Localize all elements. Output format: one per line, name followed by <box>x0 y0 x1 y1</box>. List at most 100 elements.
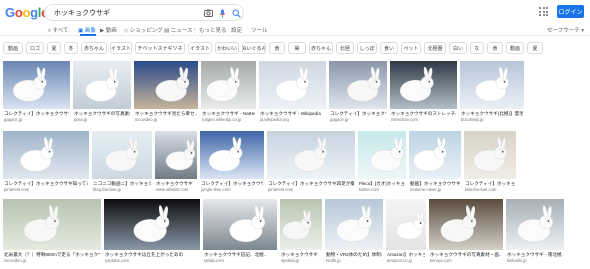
image-result[interactable]: ホッキョクウサギの写真素材・画pixta.jp <box>73 61 131 123</box>
microphone-icon[interactable] <box>217 8 227 18</box>
search-chip[interactable]: イラスト <box>188 42 212 54</box>
search-chip[interactable]: 北極圏 <box>424 42 446 54</box>
image-result[interactable]: コレクティイ】ホッキョクウサギ..gagace.jp <box>329 61 387 123</box>
arctic-hare-thumbnail[interactable] <box>201 61 256 109</box>
arctic-hare-thumbnail[interactable] <box>280 199 322 250</box>
image-result[interactable]: ホッキョクウサギ www.tabelist.com <box>155 131 197 193</box>
search-chip[interactable]: 赤ちゃん <box>309 42 333 54</box>
login-button[interactable]: ログイン <box>557 5 584 18</box>
image-result[interactable]: コレクティイ】ホッキョクウサギ知ってるgagace.jp <box>3 61 70 123</box>
image-result[interactable]: ホッキョクウサギ(北極)】夏毛に大人の..bucchiwiji.jp <box>460 61 524 123</box>
image-caption[interactable]: 北米最大（？）特徴800mで走る「ホッキョクウサギ」 <box>4 252 100 257</box>
search-chip[interactable]: 動画 <box>506 42 524 54</box>
search-chip[interactable]: 食 <box>487 42 503 54</box>
arctic-hare-thumbnail[interactable] <box>203 199 277 250</box>
arctic-hare-thumbnail[interactable] <box>409 131 461 179</box>
arctic-hare-thumbnail[interactable] <box>104 199 200 250</box>
image-result[interactable]: 動物・VR2体のため】体制ホッキョク..tsutfn.jp <box>325 199 383 264</box>
search-input[interactable]: ホッキョクウサギ <box>54 8 110 18</box>
search-chip[interactable]: 北極 <box>336 42 354 54</box>
image-caption[interactable]: ホッキョクウサギ <box>156 181 196 186</box>
search-chip[interactable]: ぬいぐるみ <box>242 42 266 54</box>
search-chip[interactable]: 夏 <box>527 42 543 54</box>
image-caption[interactable]: コレクティイ】ホッキョクウサギ.. <box>330 111 386 116</box>
search-chip[interactable]: ロゴ <box>26 42 44 54</box>
image-result[interactable]: ホッキョクウサギ - NatHeg..natgeo.nikkeibp.co.jp <box>201 61 256 123</box>
image-result[interactable]: ホッキョクウサギ に関して、「北極..spotrail.jp <box>280 199 322 264</box>
search-chip[interactable]: ペット <box>401 42 421 54</box>
arctic-hare-thumbnail[interactable] <box>259 61 326 109</box>
image-caption[interactable]: ホッキョクウサギ追記、北極.. <box>204 252 276 257</box>
arctic-hare-thumbnail[interactable] <box>390 61 457 109</box>
tab-tools[interactable]: ツール <box>251 26 268 34</box>
image-caption[interactable]: ホッキョクウサギ見たら幸せ.. <box>135 111 197 116</box>
arctic-hare-thumbnail[interactable] <box>358 131 406 179</box>
search-chip[interactable]: な <box>470 42 484 54</box>
search-chip[interactable]: 冬 <box>64 42 78 54</box>
image-result[interactable]: ホッキョクウサギの写真素材・画.. kenrya.com <box>429 199 503 264</box>
tab-images[interactable]: ▣ 画像 <box>78 26 96 34</box>
image-result[interactable]: コレクティイ】ホッキョクウサギ四足が撮す pinterest.com <box>267 131 355 193</box>
image-caption[interactable]: コレクティイ】ホッキョクウサギ知ってる <box>4 111 69 116</box>
arctic-hare-thumbnail[interactable] <box>464 131 516 179</box>
image-caption[interactable]: ホッキョクウサギは丘を上がったあの <box>105 252 199 257</box>
image-result[interactable]: ホッキョクウサギ追記、北極.. tabaly.com <box>203 199 277 264</box>
image-caption[interactable]: ホッキョクウサギの写真素材・画 <box>74 111 130 116</box>
image-caption[interactable]: ホッキョクウサギ - 南北極.. <box>507 252 563 257</box>
image-caption[interactable]: Amazon】ホッキョクウサギ <box>387 252 425 257</box>
image-caption[interactable]: ホッキョクウサギ - NatHeg.. <box>202 111 255 116</box>
search-chip[interactable]: 夏 <box>47 42 61 54</box>
image-result[interactable]: ニコニコ動画ニ】ホッキョクウサギblog.livedoor.jp <box>92 131 152 193</box>
search-chip[interactable]: 巣 <box>288 42 306 54</box>
image-caption[interactable]: 動物・VR2体のため】体制ホッキョク.. <box>326 252 382 257</box>
arctic-hare-thumbnail[interactable] <box>506 199 564 250</box>
search-chip[interactable]: 動画 <box>3 42 23 54</box>
image-result[interactable]: 動画】ホッキョクウサギの美しさ..matome.naver.jp <box>409 131 461 193</box>
search-icon[interactable] <box>231 8 241 18</box>
arctic-hare-thumbnail[interactable] <box>134 61 198 109</box>
search-chip[interactable]: かわいい <box>215 42 239 54</box>
arctic-hare-thumbnail[interactable] <box>429 199 503 250</box>
image-result[interactable]: 北米最大（？）特徴800mで走る「ホッキョクウサギ」nicovideo.jp <box>3 199 101 264</box>
search-chip[interactable]: 赤ちゃん <box>81 42 107 54</box>
search-chip[interactable]: 白い <box>449 42 467 54</box>
search-box[interactable]: ホッキョクウサギ <box>44 4 244 21</box>
image-result[interactable]: コレクティイ】ホッキョクウサギ知ってる pinterest.com <box>3 131 89 193</box>
search-chip[interactable]: しっぽ <box>357 42 377 54</box>
image-caption[interactable]: ホッキョクウサギ - Wikipedia <box>260 111 325 116</box>
image-caption[interactable]: Pikca】[ガオ]ホッキョクウサギ.. <box>359 181 405 186</box>
arctic-hare-thumbnail[interactable] <box>200 131 264 179</box>
image-caption[interactable]: コレクティイ】ホッキョクウサギ四足が撮す <box>268 181 354 186</box>
image-caption[interactable]: ニコニコ動画ニ】ホッキョクウサギ <box>93 181 151 186</box>
camera-icon[interactable] <box>203 8 213 18</box>
image-caption[interactable]: コレクティイ】ホッキョクウサギ.. <box>465 181 515 186</box>
arctic-hare-thumbnail[interactable] <box>329 61 387 109</box>
image-caption[interactable]: コレクティイ】ホッキョクウサギ <box>201 181 263 186</box>
image-result[interactable]: ホッキョクウサギは丘を上がったあの youtube.com <box>104 199 200 264</box>
image-caption[interactable]: 動画】ホッキョクウサギの美しさ.. <box>410 181 460 186</box>
arctic-hare-thumbnail[interactable] <box>3 131 89 179</box>
tab-shopping[interactable]: ◇ ショッピング <box>124 26 163 34</box>
arctic-hare-thumbnail[interactable] <box>155 131 197 179</box>
tab-all[interactable]: ⌕ すべて <box>48 26 69 35</box>
tab-videos[interactable]: ▶ 動画 <box>100 26 117 34</box>
safesearch-dropdown[interactable]: セーフサーチ ▾ <box>547 26 584 34</box>
image-caption[interactable]: ホッキョクウサギ に関して、「北極.. <box>281 252 321 257</box>
image-caption[interactable]: ホッキョクウサギのストレッチ、うさぎ最高 <box>391 111 456 116</box>
search-chip[interactable]: 食い <box>380 42 398 54</box>
search-chip[interactable]: チベットスナギツネ <box>135 42 185 54</box>
image-result[interactable]: コレクティイ】ホッキョクウサギ jungle-time.com <box>200 131 264 193</box>
image-caption[interactable]: コレクティイ】ホッキョクウサギ知ってる <box>4 181 88 186</box>
search-chip[interactable]: イラスト <box>110 42 132 54</box>
image-result[interactable]: ホッキョクウサギ - Wikipedia ja.wikipedia.org <box>259 61 326 123</box>
search-chip[interactable]: 食 <box>269 42 285 54</box>
image-result[interactable]: ホッキョクウサギ - 南北極.. kinkashi.jp <box>506 199 564 264</box>
arctic-hare-thumbnail[interactable] <box>460 61 524 109</box>
arctic-hare-thumbnail[interactable] <box>92 131 152 179</box>
arctic-hare-thumbnail[interactable] <box>3 199 101 250</box>
google-logo[interactable]: Google <box>5 5 48 20</box>
image-result[interactable]: コレクティイ】ホッキョクウサギ..kisecho-kuri.com <box>464 131 516 193</box>
image-caption[interactable]: ホッキョクウサギの写真素材・画.. <box>430 252 502 257</box>
arctic-hare-thumbnail[interactable] <box>3 61 70 109</box>
arctic-hare-thumbnail[interactable] <box>325 199 383 250</box>
